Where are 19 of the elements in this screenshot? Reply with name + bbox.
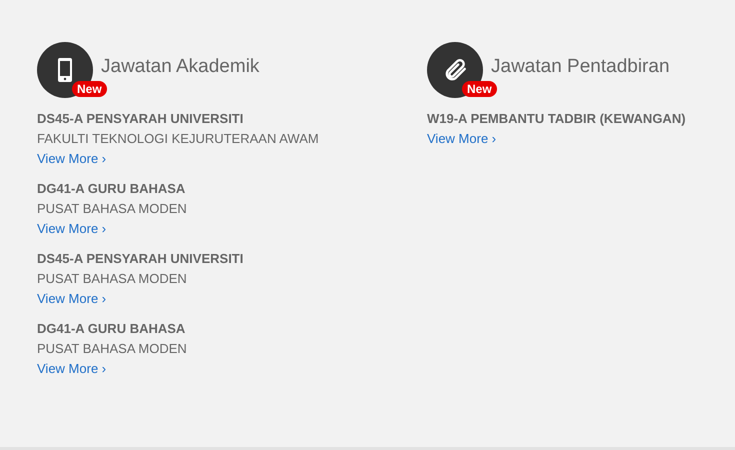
job-title: DG41-A GURU BAHASA (37, 320, 186, 338)
job-title: W19-A PEMBANTU TADBIR (KEWANGAN) (427, 110, 686, 128)
view-more-link[interactable]: View More › (37, 219, 106, 239)
view-more-link[interactable]: View More › (37, 359, 106, 379)
department-name: FAKULTI TEKNOLOGI KEJURUTERAAN AWAM (37, 130, 319, 148)
department-name: PUSAT BAHASA MODEN (37, 270, 187, 288)
job-title: DG41-A GURU BAHASA (37, 180, 186, 198)
job-title: DS45-A PENSYARAH UNIVERSITI (37, 250, 244, 268)
section-title: Jawatan Akademik (101, 56, 260, 78)
new-badge: New (462, 81, 497, 97)
department-name: PUSAT BAHASA MODEN (37, 340, 187, 358)
department-name: PUSAT BAHASA MODEN (37, 200, 187, 218)
section-title: Jawatan Pentadbiran (491, 56, 670, 78)
job-title: DS45-A PENSYARAH UNIVERSITI (37, 110, 244, 128)
phone-icon (58, 58, 72, 82)
view-more-link[interactable]: View More › (37, 149, 106, 169)
new-badge: New (72, 81, 107, 97)
view-more-link[interactable]: View More › (427, 129, 496, 149)
view-more-link[interactable]: View More › (37, 289, 106, 309)
